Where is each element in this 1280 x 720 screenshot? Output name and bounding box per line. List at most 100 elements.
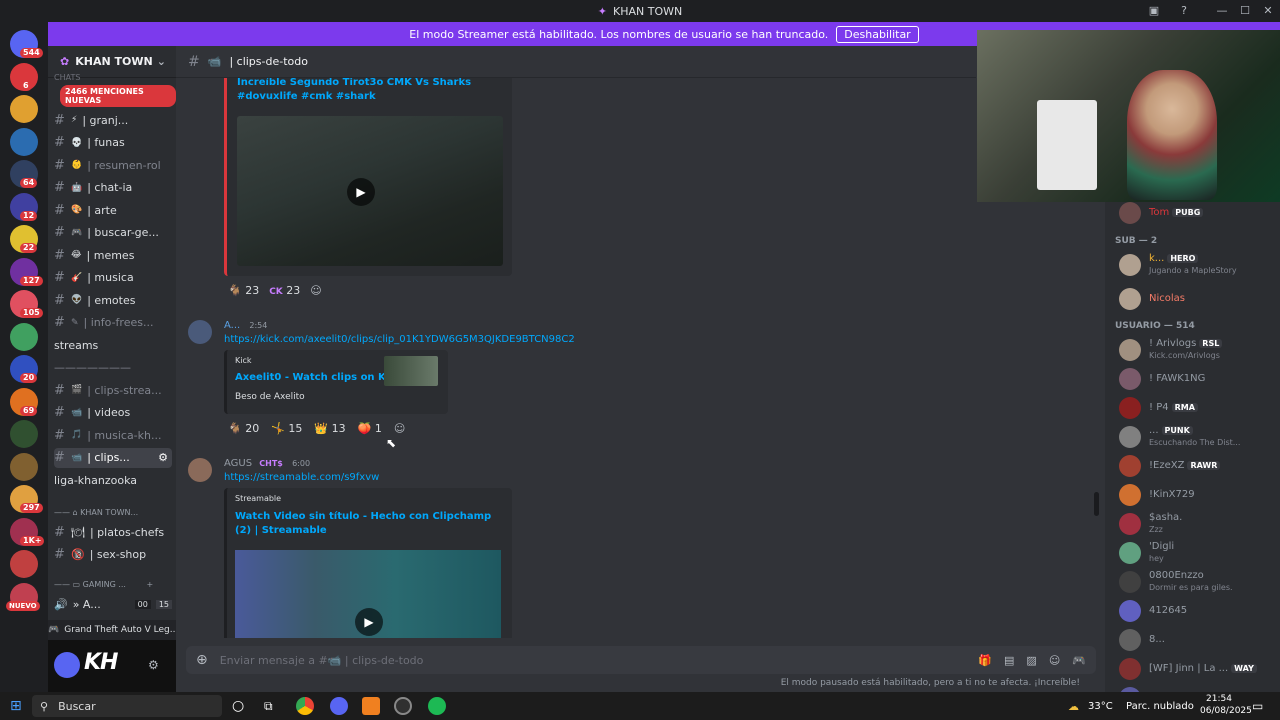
taskbar-search[interactable]: ⚲ Buscar: [32, 695, 222, 717]
message-link[interactable]: https://streamable.com/s9fxvw: [224, 472, 379, 483]
notification-icon[interactable]: ▭: [1252, 699, 1263, 713]
add-reaction-icon[interactable]: ☺: [394, 422, 405, 435]
member-item[interactable]: 8...: [1119, 627, 1279, 653]
channel-item[interactable]: # 💀 | funas: [54, 133, 172, 153]
member-item[interactable]: ... PUNK Escuchando The Dist...: [1119, 424, 1279, 450]
windows-start-icon[interactable]: ⊞: [10, 698, 22, 714]
member-item[interactable]: ! P4 RMA: [1119, 395, 1279, 421]
member-item[interactable]: !EzeXZ RAWR: [1119, 453, 1279, 479]
reaction[interactable]: 🤸 15: [271, 422, 302, 435]
reaction[interactable]: 🐐 20: [228, 422, 259, 435]
video-thumbnail[interactable]: ▶: [235, 550, 501, 638]
channel-item[interactable]: # 📹 | videos: [54, 403, 172, 423]
message-composer[interactable]: ⊕ Enviar mensaje a #📹 | clips-de-todo 🎁 …: [186, 646, 1096, 674]
activity-icon[interactable]: 🎮: [1072, 654, 1086, 667]
member-item[interactable]: !KinX729: [1119, 482, 1279, 508]
member-item[interactable]: [WF] Jinn | La ... WAY: [1119, 656, 1279, 682]
reaction[interactable]: 👑 13: [314, 422, 345, 435]
scrollbar[interactable]: [1094, 492, 1099, 516]
channel-item[interactable]: # 🎨 | arte: [54, 200, 172, 220]
category-chats[interactable]: CHATS: [54, 73, 80, 82]
embed-title-link[interactable]: Increíble Segundo Tirot3o CMK Vs Sharks …: [237, 78, 507, 104]
reaction[interactable]: 🍑 1: [358, 422, 382, 435]
channel-item[interactable]: # 😂 | memes: [54, 245, 172, 265]
channel-item[interactable]: # ✎ | info-frees...: [54, 313, 172, 333]
category-khan-town[interactable]: —— ⌂ KHAN TOWN...: [54, 508, 138, 517]
message-input[interactable]: Enviar mensaje a #📹 | clips-de-todo: [220, 654, 424, 667]
close-button[interactable]: ✕: [1256, 0, 1280, 22]
member-item[interactable]: 'Digli hey: [1119, 540, 1279, 566]
message-link[interactable]: https://kick.com/axeelit0/clips/clip_01K…: [224, 334, 575, 345]
gif-icon[interactable]: ▤: [1004, 654, 1014, 667]
member-item[interactable]: $asha. Zzz: [1119, 511, 1279, 537]
task-view-icon[interactable]: ○: [232, 698, 244, 714]
channel-sex-shop[interactable]: # 🔞 | sex-shop: [54, 544, 172, 564]
sticker-icon[interactable]: ▨: [1026, 654, 1036, 667]
video-thumbnail[interactable]: ▶: [237, 116, 503, 266]
category-gaming[interactable]: —— ▭ GAMING ... +: [54, 580, 153, 589]
avatar[interactable]: [188, 320, 212, 344]
server-icon[interactable]: [10, 550, 38, 578]
help-icon[interactable]: ?: [1172, 0, 1196, 22]
channel-platos-chefs[interactable]: # 🍽 | platos-chefs: [54, 522, 172, 542]
channel-item[interactable]: # 👶 | resumen-rol: [54, 155, 172, 175]
obs-icon[interactable]: [394, 697, 412, 715]
channel-item[interactable]: # 🤖 | chat-ia: [54, 178, 172, 198]
emoji-icon[interactable]: ☺: [1049, 654, 1060, 667]
play-icon[interactable]: ▶: [347, 178, 375, 206]
add-channel-icon[interactable]: +: [147, 580, 154, 589]
widgets-icon[interactable]: ⧉: [264, 699, 273, 714]
inbox-icon[interactable]: ▣: [1142, 0, 1166, 22]
channel-item[interactable]: # ⚡ | granj...: [54, 110, 172, 130]
spotify-icon[interactable]: [428, 697, 446, 715]
avatar[interactable]: [188, 458, 212, 482]
reaction[interactable]: CK 23: [269, 284, 300, 297]
message-author[interactable]: A...: [224, 320, 240, 331]
channel-item[interactable]: liga-khanzooka: [54, 470, 172, 490]
clock-time[interactable]: 21:54: [1206, 694, 1232, 704]
message-author[interactable]: AGUS: [224, 458, 252, 469]
channel-item[interactable]: # 📹 | clips... ⚙: [54, 447, 172, 468]
server-icon[interactable]: [10, 95, 38, 123]
discord-icon[interactable]: [330, 697, 348, 715]
add-reaction-icon[interactable]: ☺: [310, 284, 321, 297]
channel-item[interactable]: ———————: [54, 358, 172, 378]
server-icon[interactable]: [10, 452, 38, 481]
server-icon[interactable]: [10, 322, 38, 351]
channel-item[interactable]: # 👽 | emotes: [54, 290, 172, 310]
chrome-icon[interactable]: [296, 697, 314, 715]
server-icon[interactable]: [10, 127, 38, 156]
add-attachment-icon[interactable]: ⊕: [196, 652, 208, 668]
new-mentions-pill[interactable]: 2466 MENCIONES NUEVAS: [60, 85, 176, 107]
channel-item[interactable]: streams: [54, 335, 172, 355]
maximize-button[interactable]: ☐: [1233, 0, 1257, 22]
reaction[interactable]: 🐐 23: [228, 284, 259, 297]
member-item[interactable]: k... HERO Jugando a MapleStory: [1119, 252, 1279, 278]
settings-icon[interactable]: ⚙: [148, 658, 159, 672]
weather-desc[interactable]: Parc. nublado: [1126, 701, 1194, 712]
weather-temp[interactable]: 33°C: [1088, 701, 1113, 712]
channel-item[interactable]: # 🎸 | musica: [54, 268, 172, 288]
embed-title-link[interactable]: Watch Video sin título - Hecho con Clipc…: [235, 510, 505, 538]
disable-streamer-button[interactable]: Deshabilitar: [836, 25, 919, 43]
channel-item[interactable]: # 🎬 | clips-strea...: [54, 380, 172, 400]
gift-icon[interactable]: 🎁: [978, 654, 992, 667]
member-item[interactable]: Nicolas: [1119, 286, 1279, 312]
member-item[interactable]: Tom PUBG: [1119, 200, 1279, 226]
app-icon[interactable]: [362, 697, 380, 715]
settings-icon[interactable]: ⚙: [158, 451, 168, 464]
minimize-button[interactable]: —: [1210, 0, 1234, 22]
embed-title-link[interactable]: Axeelit0 - Watch clips on Kick: [235, 372, 402, 383]
activity-bar[interactable]: 🎮 Grand Theft Auto V Leg...: [48, 620, 176, 640]
member-item[interactable]: 412645: [1119, 598, 1279, 624]
voice-channel[interactable]: 🔊» A... 00 15: [54, 594, 172, 614]
embed-thumbnail[interactable]: [384, 356, 438, 386]
play-icon[interactable]: ▶: [355, 608, 383, 636]
member-item[interactable]: ! FAWK1NG: [1119, 366, 1279, 392]
member-item[interactable]: ! Arivlogs RSL Kick.com/Arivlogs: [1119, 337, 1279, 363]
clock-date[interactable]: 06/08/2025: [1200, 706, 1252, 716]
avatar[interactable]: [54, 652, 80, 678]
channel-item[interactable]: # 🎮 | buscar-ge...: [54, 223, 172, 243]
member-item[interactable]: 0800Enzzo Dormir es para giles.: [1119, 569, 1279, 595]
channel-item[interactable]: # 🎵 | musica-kh...: [54, 425, 172, 445]
